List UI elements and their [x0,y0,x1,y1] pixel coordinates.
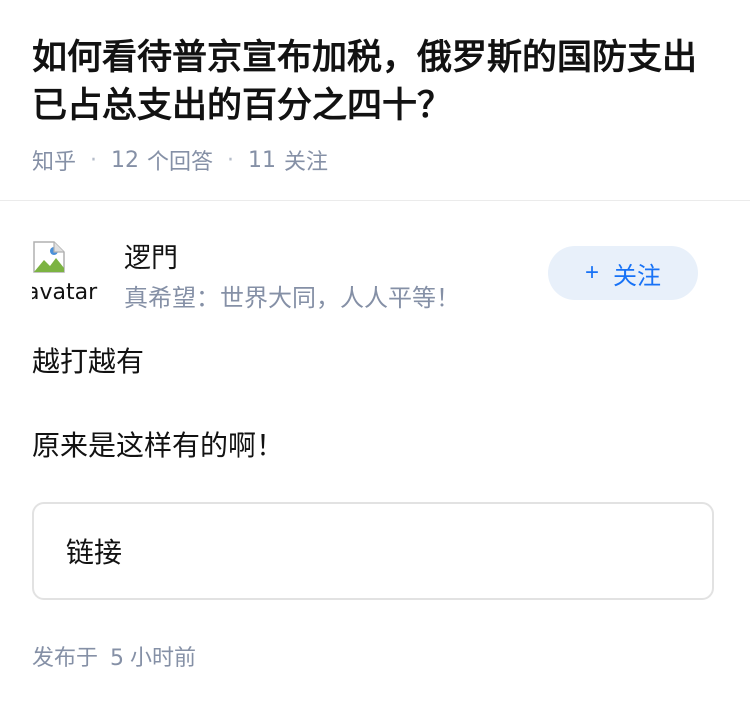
answer-paragraph: 越打越有 [32,345,145,378]
answer-paragraph: 原来是这样有的啊！ [32,429,285,462]
follower-count-label: 关注 [284,150,329,175]
question-meta: 知乎 · 12 个回答 · 11 关注 [32,144,328,176]
source-label[interactable]: 知乎 [32,144,76,176]
divider [0,200,750,201]
answer-count: 12 [111,147,140,173]
follow-button[interactable]: + 关注 [548,246,698,300]
avatar-alt-text: avatar [32,280,98,305]
meta-separator: · [227,147,235,173]
follower-count: 11 [248,147,277,173]
broken-image-icon [33,241,65,273]
meta-separator: · [90,147,98,173]
plus-icon: + [584,259,599,286]
question-title: 如何看待普京宣布加税，俄罗斯的国防支出已占总支出的百分之四十？ [32,38,698,126]
publish-num: 5 [110,646,125,671]
author-name[interactable]: 逻門 [124,236,178,275]
author-bio: 真希望：世界大同，人人平等！ [124,284,460,312]
link-card-label: 链接 [66,536,123,569]
follow-button-label: 关注 [613,262,661,290]
link-card[interactable]: 链接 [32,502,714,600]
avatar[interactable]: avatar [32,240,100,308]
publish-time: 发布于 5 小时前 [32,640,196,672]
answer-count-label: 个回答 [147,150,214,175]
publish-prefix: 发布于 [32,646,99,671]
publish-suffix: 小时前 [130,646,197,671]
